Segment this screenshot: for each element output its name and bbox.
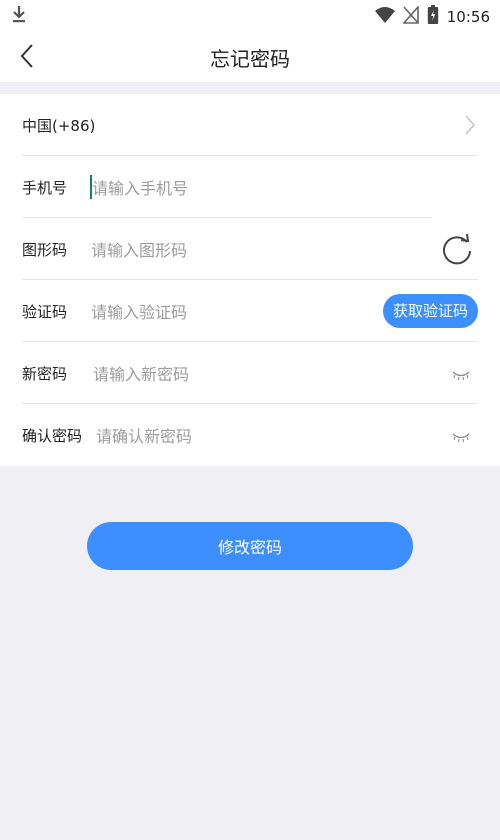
download-icon xyxy=(10,4,28,28)
eye-closed-icon[interactable] xyxy=(452,429,470,448)
captcha-input[interactable] xyxy=(89,218,393,282)
eye-closed-icon[interactable] xyxy=(452,367,470,386)
verify-code-row: 验证码 获取验证码 xyxy=(22,280,478,344)
get-code-button[interactable]: 获取验证码 xyxy=(382,294,478,328)
reset-password-form: 中国(+86) 手机号 图形码 验证码 获取验证码 新密码 确认密码 xyxy=(0,94,500,468)
confirm-password-input[interactable] xyxy=(94,404,418,468)
wifi-icon xyxy=(374,6,395,28)
phone-label: 手机号 xyxy=(22,178,68,197)
chevron-right-icon[interactable] xyxy=(464,114,476,140)
captcha-label: 图形码 xyxy=(22,240,68,259)
title-bar: 忘记密码 xyxy=(0,30,500,83)
new-password-label: 新密码 xyxy=(22,364,68,383)
country-row[interactable]: 中国(+86) xyxy=(22,94,478,156)
status-time: 10:56 xyxy=(446,8,490,26)
change-password-button[interactable]: 修改密码 xyxy=(87,522,413,570)
new-password-row: 新密码 xyxy=(22,342,478,406)
section-gap xyxy=(0,82,500,94)
phone-row: 手机号 xyxy=(22,156,478,220)
captcha-row: 图形码 xyxy=(22,218,478,282)
verify-code-input[interactable] xyxy=(89,280,373,344)
verify-code-label: 验证码 xyxy=(22,302,68,321)
page-title: 忘记密码 xyxy=(210,47,290,71)
no-signal-icon xyxy=(402,4,419,28)
confirm-password-label: 确认密码 xyxy=(22,426,83,445)
new-password-input[interactable] xyxy=(91,342,425,406)
status-bar: 10:56 xyxy=(0,0,500,30)
confirm-password-row: 确认密码 xyxy=(22,404,478,468)
battery-icon xyxy=(427,5,439,29)
refresh-icon[interactable] xyxy=(440,232,474,270)
phone-input[interactable] xyxy=(90,156,434,220)
country-label: 中国(+86) xyxy=(22,116,96,135)
